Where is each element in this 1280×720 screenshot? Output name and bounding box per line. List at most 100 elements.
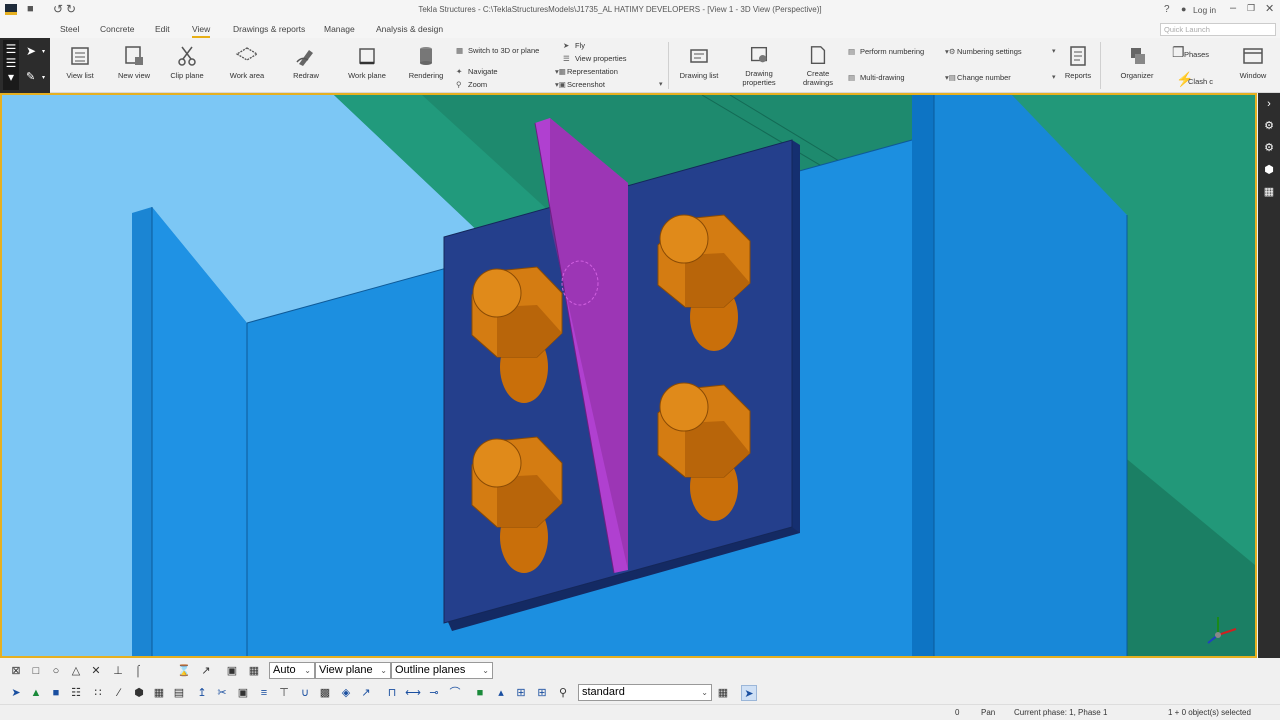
select-switch-icon[interactable]: ➤ xyxy=(741,685,757,701)
settings-icon[interactable]: ⚙ xyxy=(1258,137,1280,159)
change-number-button[interactable]: ▾▤Change number xyxy=(945,73,1011,82)
representation-button[interactable]: ▾▦Representation xyxy=(555,67,618,76)
minimize-icon[interactable]: – xyxy=(1230,2,1236,14)
snap-grid-icon[interactable]: ▦ xyxy=(246,663,262,679)
select-objects-icon[interactable]: ⬢ xyxy=(131,685,147,701)
numbering-settings-button[interactable]: ▾⚙ Numbering settings xyxy=(945,47,1022,56)
fly-button[interactable]: ➤ Fly xyxy=(563,41,585,50)
3d-view-viewport[interactable] xyxy=(0,93,1257,658)
multi-drawing-button[interactable]: ▤ Multi-drawing xyxy=(848,73,905,82)
select-single-bolt-icon[interactable]: ⊤ xyxy=(276,685,292,701)
select-surface-icon[interactable]: ▩ xyxy=(317,685,333,701)
select-parts-icon[interactable]: ▲ xyxy=(28,685,44,701)
selection-filter-select[interactable]: standard ⌄ xyxy=(578,684,712,701)
menu-manage[interactable]: Manage xyxy=(324,24,355,34)
snap-cross-icon[interactable]: ✕ xyxy=(88,663,104,679)
phases-button[interactable]: ❐Phases xyxy=(1172,44,1209,61)
reports-button[interactable]: Reports xyxy=(1060,38,1096,93)
select-distance-icon[interactable]: ⟷ xyxy=(405,685,421,701)
expand-panel-icon[interactable]: › xyxy=(1258,93,1280,115)
plane-select[interactable]: View plane ⌄ xyxy=(315,662,391,679)
select-options-icon[interactable]: ✎ xyxy=(26,70,35,83)
snap-triangle-icon[interactable]: △ xyxy=(68,663,84,679)
help-icon[interactable]: ? xyxy=(1164,4,1170,15)
pointer-icon[interactable]: ➤ xyxy=(26,44,36,58)
select-lines-icon[interactable]: ∕ xyxy=(111,685,127,701)
select-cuts-icon[interactable]: ✂ xyxy=(214,685,230,701)
dropdown-arrow-icon[interactable]: ▾ xyxy=(1052,47,1056,55)
model-scene[interactable] xyxy=(2,95,1255,656)
snap-perp-icon[interactable]: ⊥ xyxy=(110,663,126,679)
zoom-button[interactable]: ⚲ Zoom xyxy=(456,80,487,89)
window-button[interactable]: Window xyxy=(1234,38,1272,93)
snap-free-icon[interactable]: ⌛ xyxy=(176,663,192,679)
redraw-button[interactable]: Redraw xyxy=(288,38,324,93)
organizer-button[interactable]: Organizer xyxy=(1116,38,1158,93)
login-link[interactable]: Log in xyxy=(1193,5,1216,15)
menu-drawings-reports[interactable]: Drawings & reports xyxy=(233,24,305,34)
object-icon[interactable]: ⬢ xyxy=(1258,159,1280,181)
drawing-list-button[interactable]: Drawing list xyxy=(676,38,722,93)
create-drawings-button[interactable]: Create drawings xyxy=(798,38,838,93)
clip-plane-button[interactable]: Clip plane xyxy=(166,38,208,93)
status-phase[interactable]: Current phase: 1, Phase 1 xyxy=(1014,708,1107,717)
select-objects-in-component-icon[interactable]: ⊞ xyxy=(534,685,550,701)
menu-view[interactable]: View xyxy=(192,24,211,38)
select-zoom-icon[interactable]: ⚲ xyxy=(555,685,571,701)
select-options-dropdown-icon[interactable]: ▾ xyxy=(42,74,45,81)
quick-launch-input[interactable]: Quick Launch xyxy=(1160,23,1276,36)
user-icon[interactable]: ● xyxy=(1181,4,1186,14)
outline-select[interactable]: Outline planes ⌄ xyxy=(391,662,493,679)
select-dimension-icon[interactable]: ⊓ xyxy=(384,685,400,701)
snap-plane-icon[interactable]: ▣ xyxy=(224,663,240,679)
close-icon[interactable]: ✕ xyxy=(1265,2,1274,15)
select-custom-icon[interactable]: ▴ xyxy=(493,685,509,701)
select-welds-icon[interactable]: ↥ xyxy=(194,685,210,701)
navigate-button[interactable]: ✦ Navigate xyxy=(456,67,498,76)
filter-settings-icon[interactable]: ▦ xyxy=(715,685,731,701)
menu-analysis-design[interactable]: Analysis & design xyxy=(376,24,443,34)
clash-check-button[interactable]: ⚡Clash c xyxy=(1176,71,1213,88)
select-assemblies-icon[interactable]: ◈ xyxy=(338,685,354,701)
select-bolts-icon[interactable]: ≡ xyxy=(256,685,272,701)
select-reinforcement-icon[interactable]: ∪ xyxy=(297,685,313,701)
snap-all-icon[interactable]: ⊠ xyxy=(8,663,24,679)
work-plane-button[interactable]: Work plane xyxy=(344,38,390,93)
ribbon-group-expand-icon[interactable]: ▾ xyxy=(659,80,663,88)
work-area-button[interactable]: Work area xyxy=(226,38,268,93)
select-views-icon[interactable]: ▣ xyxy=(235,685,251,701)
select-gridlines-icon[interactable]: ▤ xyxy=(171,685,187,701)
new-view-button[interactable]: New view xyxy=(114,38,154,93)
select-components-icon[interactable]: ■ xyxy=(472,685,488,701)
screenshot-button[interactable]: ▾▣Screenshot xyxy=(555,80,605,89)
menu-concrete[interactable]: Concrete xyxy=(100,24,135,34)
menu-icon[interactable]: ☰ ☰ ▾ xyxy=(3,40,19,90)
restore-icon[interactable]: ❐ xyxy=(1247,3,1255,14)
select-grid-icon[interactable]: ☷ xyxy=(68,685,84,701)
select-connections-icon[interactable]: ↗ xyxy=(358,685,374,701)
snap-rect-icon[interactable]: □ xyxy=(28,663,44,679)
view-list-button[interactable]: View list xyxy=(62,38,98,93)
snap-circle-icon[interactable]: ○ xyxy=(48,663,64,679)
select-beams-icon[interactable]: ■ xyxy=(48,685,64,701)
select-points-icon[interactable]: ∷ xyxy=(90,685,106,701)
pointer-dropdown-icon[interactable]: ▾ xyxy=(42,48,45,55)
view-properties-button[interactable]: ☰ View properties xyxy=(563,54,627,63)
select-arc-icon[interactable]: ⌒ xyxy=(447,685,463,701)
select-pour-icon[interactable]: ⊞ xyxy=(513,685,529,701)
properties-icon[interactable]: ⚙ xyxy=(1258,115,1280,137)
snap-mode-select[interactable]: Auto ⌄ xyxy=(269,662,315,679)
switch-3d-button[interactable]: ▦ Switch to 3D or plane xyxy=(456,46,539,55)
select-grids-icon[interactable]: ▦ xyxy=(151,685,167,701)
dropdown-arrow-icon[interactable]: ▾ xyxy=(1052,73,1056,81)
select-all-icon[interactable]: ➤ xyxy=(8,685,24,701)
snap-extension-icon[interactable]: ↗ xyxy=(198,663,214,679)
perform-numbering-button[interactable]: ▤ Perform numbering xyxy=(848,47,924,56)
drawing-properties-button[interactable]: Drawing properties xyxy=(736,38,782,93)
rendering-button[interactable]: Rendering xyxy=(404,38,448,93)
menu-steel[interactable]: Steel xyxy=(60,24,79,34)
select-point-icon[interactable]: ⊸ xyxy=(426,685,442,701)
menu-edit[interactable]: Edit xyxy=(155,24,170,34)
layout-icon[interactable]: ▦ xyxy=(1258,181,1280,203)
snap-nearest-icon[interactable]: ⌠ xyxy=(130,663,146,679)
